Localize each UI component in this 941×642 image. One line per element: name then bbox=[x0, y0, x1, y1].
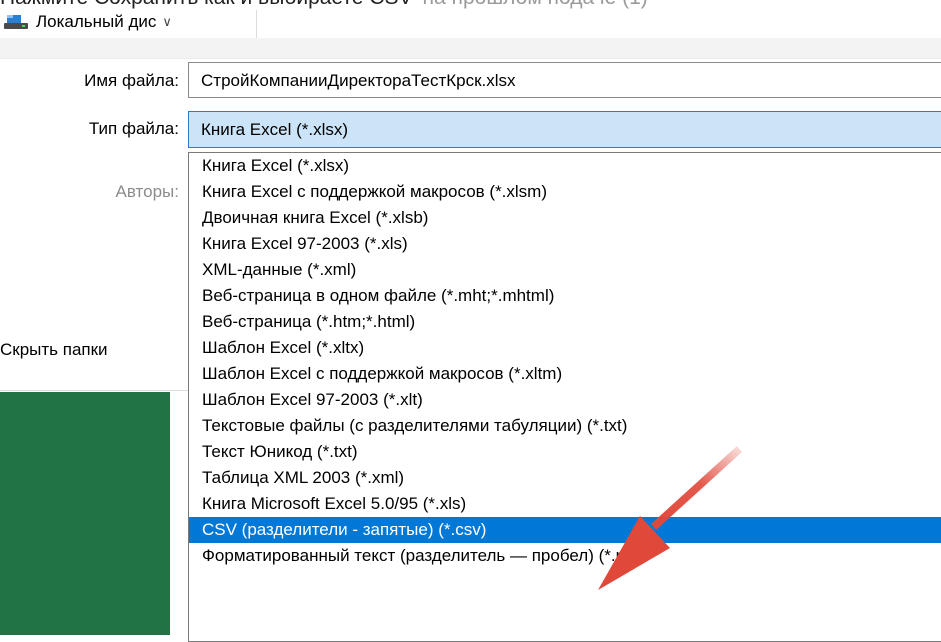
red-annotation-arrow-icon bbox=[598, 446, 742, 590]
